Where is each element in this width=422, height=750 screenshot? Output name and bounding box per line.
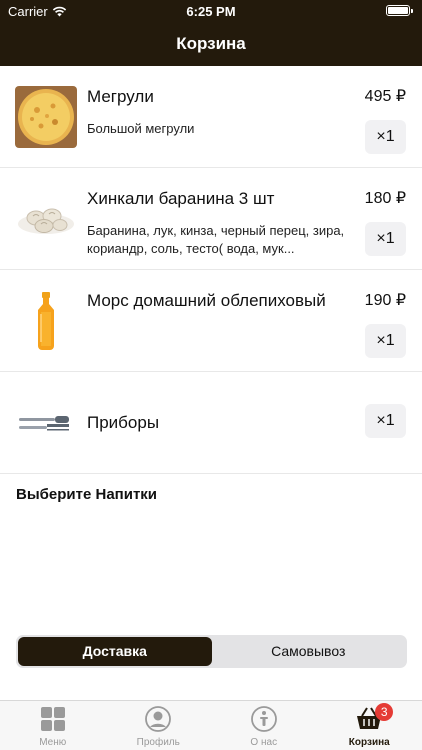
item-description: Баранина, лук, кинза, черный перец, зира… [87,223,345,256]
quantity-button[interactable]: ×1 [365,404,406,438]
status-bar: Carrier 6:25 PM [0,0,422,22]
dumplings-image [18,208,74,234]
page-title: Корзина [176,34,246,53]
cart-badge: 3 [375,703,394,721]
navigation-bar: Carrier 6:25 PM Корзина [0,0,422,66]
tab-menu[interactable]: Меню [0,701,106,750]
segment-pickup[interactable]: Самовывоз [212,637,406,666]
item-price: 180 ₽ [364,190,406,207]
item-name: Хинкали баранина 3 шт [87,189,275,208]
delivery-toggle[interactable]: Доставка Самовывоз [16,635,407,668]
item-name: Морс домашний облепиховый [87,291,326,310]
tab-profile[interactable]: Профиль [106,701,212,750]
cart-item[interactable]: Приборы ×1 [0,372,422,474]
juice-bottle-image [38,292,54,350]
segment-delivery[interactable]: Доставка [18,637,212,666]
tab-label: Профиль [136,737,180,748]
status-time: 6:25 PM [186,4,236,19]
cutlery-icon [19,416,69,431]
profile-icon [145,706,172,732]
cart-item[interactable]: Мегрули Большой мегрули 495 ₽ ×1 [0,66,422,168]
quantity-button[interactable]: ×1 [365,120,406,154]
item-price: 190 ₽ [364,292,406,309]
tab-label: Меню [39,737,67,748]
tab-label: Корзина [348,737,390,748]
grid-icon [40,707,65,731]
item-name: Мегрули [87,87,154,106]
tab-bar: Меню Профиль О нас 3 Корзина [0,700,422,750]
tab-cart[interactable]: 3 Корзина [317,701,422,750]
pizza-image [15,86,77,148]
info-icon [250,706,277,732]
quantity-button[interactable]: ×1 [365,324,406,358]
cart-item[interactable]: Хинкали баранина 3 шт Баранина, лук, кин… [0,168,422,270]
item-description: Большой мегрули [87,121,195,136]
quantity-button[interactable]: ×1 [365,222,406,256]
battery-icon [386,5,413,16]
tab-label: О нас [250,737,278,748]
item-name: Приборы [87,413,160,432]
section-title: Выберите Напитки [16,486,158,503]
item-price: 495 ₽ [364,88,406,105]
cart-item[interactable]: Морс домашний облепиховый 190 ₽ ×1 [0,270,422,372]
tab-about[interactable]: О нас [211,701,317,750]
